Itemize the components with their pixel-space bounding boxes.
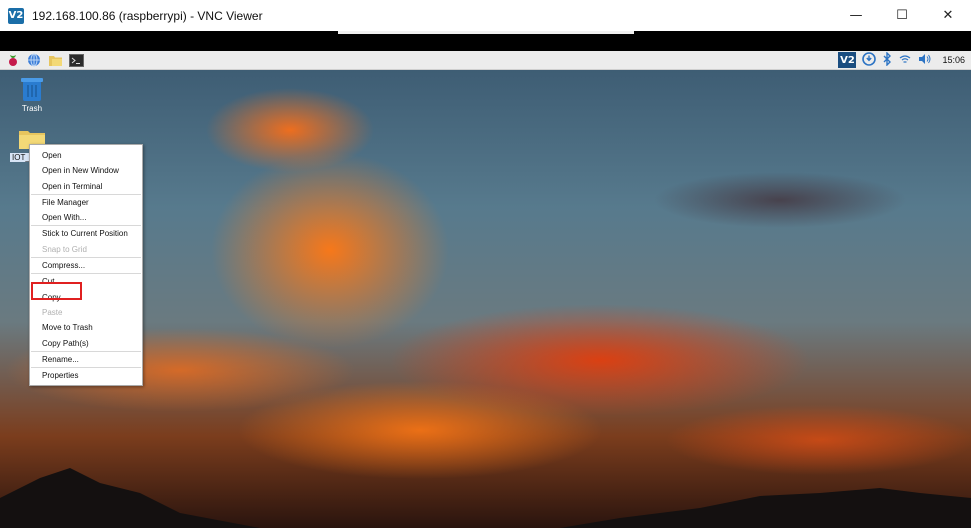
- menu-item-move-to-trash[interactable]: Move to Trash: [30, 320, 142, 335]
- update-icon[interactable]: [862, 52, 877, 68]
- file-manager-icon[interactable]: [47, 53, 63, 67]
- menu-item-properties[interactable]: Properties: [30, 368, 142, 383]
- volume-icon[interactable]: [918, 53, 932, 67]
- window-controls: — ☐ ✕: [833, 0, 971, 31]
- remote-top-border: [0, 31, 971, 51]
- vnc-viewer-icon: V2: [8, 7, 24, 24]
- menu-item-copy-paths[interactable]: Copy Path(s): [30, 336, 142, 351]
- close-button[interactable]: ✕: [925, 0, 971, 31]
- copy-highlight-box: [31, 282, 82, 300]
- menu-item-open-with[interactable]: Open With...: [30, 210, 142, 225]
- menu-item-compress[interactable]: Compress...: [30, 258, 142, 273]
- vnc-tray-icon[interactable]: V2: [838, 52, 857, 68]
- window-title-bar: V2 192.168.100.86 (raspberrypi) - VNC Vi…: [0, 0, 971, 31]
- menu-item-snap-to-grid: Snap to Grid: [42, 244, 87, 254]
- terminal-icon[interactable]: [68, 53, 84, 67]
- web-browser-icon[interactable]: [26, 53, 42, 67]
- menu-item-file-manager[interactable]: File Manager: [30, 195, 142, 210]
- context-menu: Open Open in New Window Open in Terminal…: [29, 144, 143, 387]
- system-tray: V2 15:06: [838, 51, 965, 69]
- maximize-button[interactable]: ☐: [879, 0, 925, 31]
- menu-item-rename[interactable]: Rename...: [30, 352, 142, 367]
- raspberry-menu-icon[interactable]: [5, 53, 21, 67]
- desktop-wallpaper[interactable]: Trash IOT_: [0, 70, 971, 528]
- desktop-icon-label: Trash: [21, 104, 43, 113]
- pi-taskbar: [0, 51, 971, 70]
- wifi-icon[interactable]: [898, 53, 912, 67]
- menu-item-stick-position[interactable]: Stick to Current Position: [30, 226, 142, 241]
- trash-icon: [21, 78, 43, 101]
- menu-item-paste: Paste: [42, 307, 63, 317]
- menu-item-open[interactable]: Open: [30, 148, 142, 163]
- minimize-button[interactable]: —: [833, 0, 879, 31]
- clock[interactable]: 15:06: [942, 55, 965, 65]
- window-title: 192.168.100.86 (raspberrypi) - VNC Viewe…: [32, 8, 263, 23]
- desktop-icon-trash[interactable]: Trash: [20, 76, 44, 113]
- vnc-toolbar-handle[interactable]: [338, 31, 634, 34]
- mountain-silhouette: [0, 468, 971, 528]
- bluetooth-icon[interactable]: [882, 51, 892, 68]
- menu-item-open-new-window[interactable]: Open in New Window: [30, 163, 142, 178]
- menu-item-open-terminal[interactable]: Open in Terminal: [30, 179, 142, 194]
